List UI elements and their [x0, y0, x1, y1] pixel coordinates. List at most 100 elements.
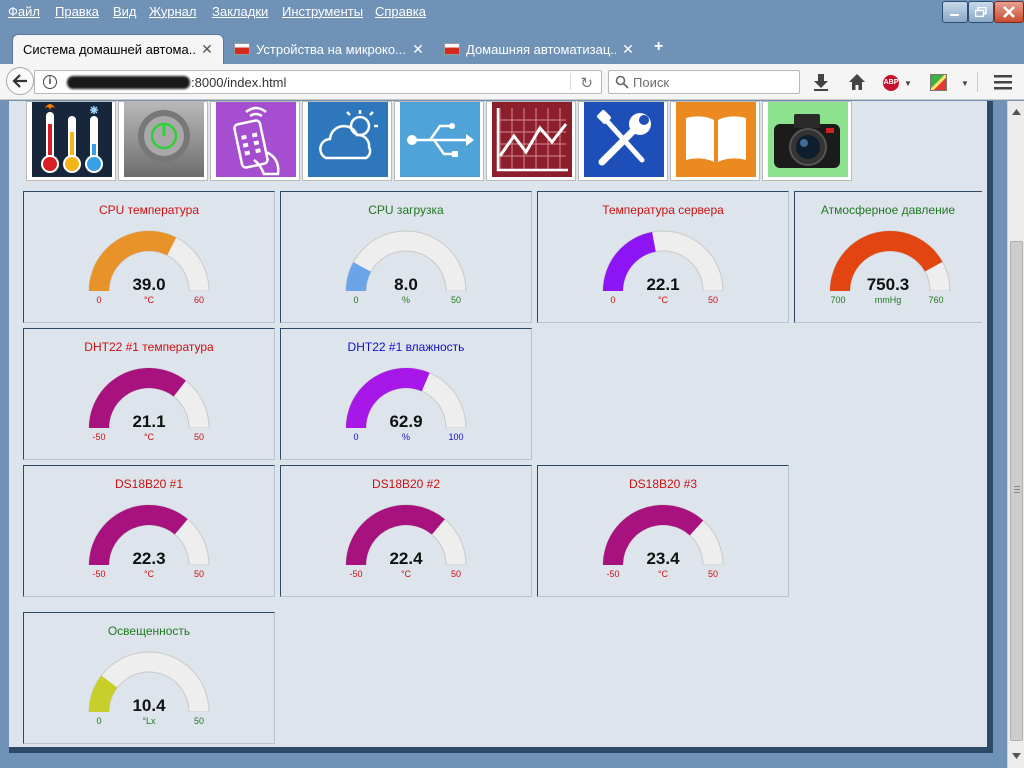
gauge-max-label: 50 [707, 569, 718, 579]
minimize-button[interactable] [942, 1, 968, 23]
close-window-button[interactable] [994, 1, 1024, 23]
gauge-unit: °C [143, 569, 155, 579]
thermometers-icon [32, 102, 112, 177]
app-tile-settings[interactable] [578, 101, 668, 181]
menu-file[interactable]: Файл [8, 4, 40, 19]
gauge-title: DHT22 #1 влажность [347, 340, 465, 354]
search-input[interactable] [633, 74, 793, 90]
vertical-scrollbar[interactable] [1007, 101, 1024, 768]
page-right-border [987, 101, 993, 753]
gauge-title: DHT22 #1 температура [84, 340, 214, 354]
scroll-grip-icon [1014, 486, 1020, 494]
menu-history[interactable]: Журнал [149, 4, 196, 19]
scroll-down-button[interactable] [1008, 747, 1024, 764]
gauge-unit: °C [143, 432, 155, 442]
page-viewport: CPU температура 39.0 0 °C 60 CPU загрузк… [0, 101, 1007, 768]
app-tile-chart[interactable] [486, 101, 576, 181]
gauge-title: CPU температура [98, 203, 200, 217]
url-bar[interactable]: i :8000/index.html ↻ [34, 70, 602, 94]
tab-microcontroller-devices[interactable]: Устройства на микроко... ✕ [224, 34, 434, 64]
scroll-thumb[interactable] [1010, 241, 1023, 741]
scroll-up-button[interactable] [1008, 103, 1024, 120]
gauge-value: 23.4 [646, 549, 680, 568]
gauge-ds18b20-2: DS18B20 #2 22.4 -50 °C 50 [280, 465, 532, 597]
gauge-title: DS18B20 #1 [114, 477, 184, 491]
gauge-title: Температура сервера [602, 203, 724, 217]
chevron-up-icon [1011, 108, 1021, 115]
redacted-host [67, 76, 190, 89]
app-tile-usb[interactable] [394, 101, 484, 181]
power-button-icon [124, 102, 204, 177]
gauge-unit: % [401, 432, 410, 442]
app-tile-remote[interactable] [210, 101, 300, 181]
app-tile-power[interactable] [118, 101, 208, 181]
weather-icon [308, 102, 388, 177]
gauge-value: 22.1 [646, 275, 680, 294]
gauge-atmospheric-pressure: Атмосферное давление 750.3 700 mmHg 760 [794, 191, 982, 323]
tab-home-automatization[interactable]: Домашняя автоматизац... ✕ [434, 34, 644, 64]
gauge-value: 10.4 [132, 696, 166, 715]
gauge-unit: °Lx [142, 716, 156, 726]
app-tile-documentation[interactable] [670, 101, 760, 181]
url-text[interactable]: :8000/index.html [191, 75, 286, 90]
remote-control-icon [216, 102, 296, 177]
gauge-title: Освещенность [107, 624, 191, 638]
hamburger-menu-icon[interactable] [994, 74, 1012, 90]
gauge-value: 750.3 [866, 275, 910, 294]
gauge-title: CPU загрузка [368, 203, 444, 217]
download-icon[interactable] [812, 73, 830, 91]
gauge-dht22-temperature: DHT22 #1 температура 21.1 -50 °C 50 [23, 328, 275, 460]
tab-home-automation[interactable]: Система домашней автома... ✕ [12, 34, 224, 64]
url-separator [570, 74, 571, 90]
reload-icon[interactable]: ↻ [580, 74, 593, 92]
navigation-bar: i :8000/index.html ↻ ABP ▼ ▼ [0, 64, 1024, 100]
flag-favicon-icon [444, 43, 460, 55]
tab-close-icon[interactable]: ✕ [201, 41, 213, 58]
search-box[interactable] [608, 70, 800, 94]
gauge-value: 62.9 [389, 412, 423, 431]
page-body: CPU температура 39.0 0 °C 60 CPU загрузк… [9, 101, 993, 747]
tab-title: Домашняя автоматизац... [466, 41, 616, 57]
gauge-unit: mmHg [874, 295, 902, 305]
app-tile-temperature[interactable] [26, 101, 116, 181]
gauge-value: 22.4 [389, 549, 423, 568]
maximize-button[interactable] [968, 1, 994, 23]
tab-close-icon[interactable]: ✕ [412, 41, 424, 58]
gauge-value: 39.0 [132, 275, 166, 294]
gauge-cpu-temperature: CPU температура 39.0 0 °C 60 [23, 191, 275, 323]
adblock-dropdown-icon[interactable]: ▼ [904, 79, 912, 88]
gauge-unit: °C [657, 295, 669, 305]
menu-view[interactable]: Вид [113, 4, 137, 19]
gauge-max-label: 100 [448, 432, 464, 442]
chevron-down-icon [1011, 752, 1021, 759]
extension-icon[interactable] [930, 74, 947, 91]
gauge-dht22-humidity: DHT22 #1 влажность 62.9 0 % 100 [280, 328, 532, 460]
app-tile-camera[interactable] [762, 101, 852, 181]
gauge-ds18b20-3: DS18B20 #3 23.4 -50 °C 50 [537, 465, 789, 597]
new-tab-button[interactable]: + [654, 38, 663, 56]
gauge-value: 21.1 [132, 412, 166, 431]
back-button[interactable] [6, 67, 34, 95]
home-icon[interactable] [848, 73, 866, 91]
menu-edit[interactable]: Правка [55, 4, 99, 19]
menu-bookmarks[interactable]: Закладки [212, 4, 268, 19]
gauge-value: 22.3 [132, 549, 166, 568]
menu-help[interactable]: Справка [375, 4, 426, 19]
gauge-unit: °C [143, 295, 155, 305]
tab-title: Система домашней автома... [23, 42, 195, 57]
gauge-title: Атмосферное давление [820, 203, 956, 217]
extension-dropdown-icon[interactable]: ▼ [961, 79, 969, 88]
tab-close-icon[interactable]: ✕ [622, 41, 634, 58]
search-icon [615, 75, 629, 89]
adblock-icon[interactable]: ABP [883, 75, 899, 91]
usb-icon [400, 102, 480, 177]
gauge-unit: °C [400, 569, 412, 579]
tools-icon [584, 102, 664, 177]
site-info-icon[interactable]: i [43, 75, 57, 89]
gauge-max-label: 50 [193, 716, 204, 726]
menu-tools[interactable]: Инструменты [282, 4, 363, 19]
toolbar-separator [977, 72, 978, 92]
gauge-value: 8.0 [394, 275, 418, 294]
gauge-cpu-load: CPU загрузка 8.0 0 % 50 [280, 191, 532, 323]
app-tile-weather[interactable] [302, 101, 392, 181]
